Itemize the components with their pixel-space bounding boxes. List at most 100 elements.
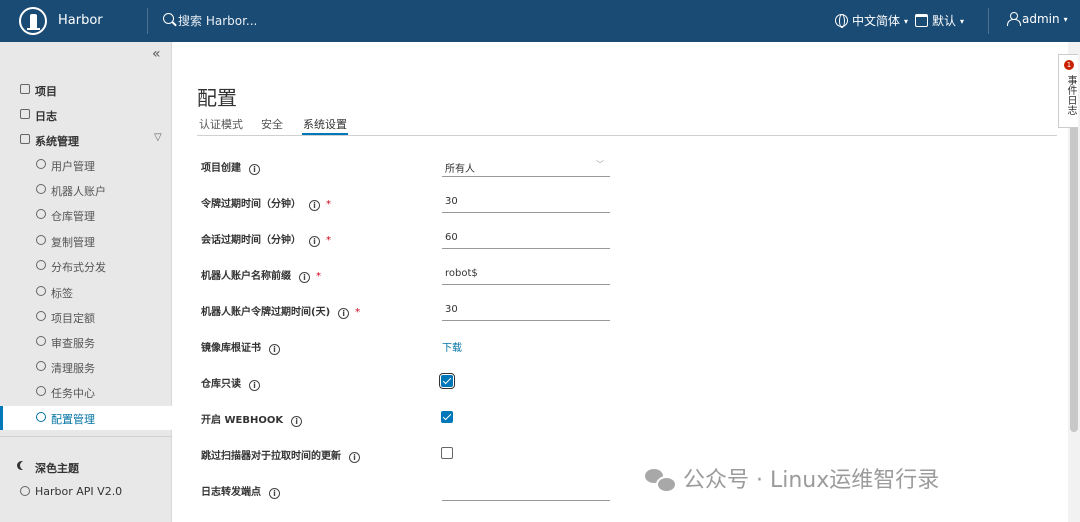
audit-log-endpoint-input[interactable] xyxy=(442,479,610,501)
project-creation-select[interactable]: 所有人 ﹀ xyxy=(442,155,610,177)
wechat-icon xyxy=(645,467,677,493)
setting-label: 令牌过期时间（分钟） i * xyxy=(201,199,331,211)
repository-read-only-checkbox[interactable] xyxy=(439,373,455,389)
sidebar-item-administration[interactable]: 系统管理 ▽ xyxy=(0,128,172,152)
setting-row-robot-token-expiration: 机器人账户令牌过期时间(天) i * 30 xyxy=(201,299,610,321)
info-icon[interactable]: i xyxy=(309,236,320,247)
harbor-api-link[interactable]: Harbor API V2.0 xyxy=(0,480,172,504)
logs-icon xyxy=(20,109,30,119)
chevron-down-icon: ▾ xyxy=(904,17,909,26)
required-mark: * xyxy=(355,307,361,318)
distribution-icon xyxy=(36,260,46,270)
sidebar-item-clean-up[interactable]: 清理服务 xyxy=(0,355,172,379)
search-placeholder: 搜索 Harbor... xyxy=(178,14,258,28)
sidebar-item-job-service[interactable]: 任务中心 xyxy=(0,380,172,404)
setting-label: 会话过期时间（分钟） i * xyxy=(201,235,331,247)
sidebar-item-label: 系统管理 xyxy=(35,135,79,148)
trash-icon xyxy=(36,361,46,371)
info-icon[interactable]: i xyxy=(269,488,280,499)
tab-security[interactable]: 安全 xyxy=(261,116,283,136)
registry-icon xyxy=(36,209,46,219)
user-name: admin xyxy=(1022,12,1060,26)
sidebar-item-projects[interactable]: 项目 xyxy=(0,78,172,102)
info-icon[interactable]: i xyxy=(269,344,280,355)
search-icon xyxy=(163,13,174,24)
sidebar-item-users[interactable]: 用户管理 xyxy=(0,153,172,177)
event-log-tab[interactable]: 1 事件日志 xyxy=(1058,54,1078,128)
setting-label: 日志转发端点 i xyxy=(201,483,280,499)
language-dropdown[interactable]: 中文简体 ▾ xyxy=(835,12,908,30)
setting-label: 开启 WEBHOOK i xyxy=(201,411,303,427)
sidebar-item-label: 清理服务 xyxy=(51,362,95,375)
info-icon[interactable]: i xyxy=(291,416,303,427)
session-timeout-input[interactable]: 60 xyxy=(442,227,610,249)
sidebar-item-label: 项目 xyxy=(35,85,57,98)
robot-icon xyxy=(36,184,46,194)
sidebar-item-replications[interactable]: 复制管理 xyxy=(0,229,172,253)
sidebar-item-distributions[interactable]: 分布式分发 xyxy=(0,254,172,278)
download-certificate-link[interactable]: 下载 xyxy=(442,339,462,354)
watermark-text: 公众号 · Linux运维智行录 xyxy=(683,468,940,493)
shield-icon xyxy=(36,336,46,346)
tab-system-settings[interactable]: 系统设置 xyxy=(302,116,348,136)
sidebar-collapse-button[interactable]: « xyxy=(152,46,161,62)
setting-label: 项目创建 i xyxy=(201,159,260,175)
info-icon[interactable]: i xyxy=(299,272,310,283)
robot-token-expiration-input[interactable]: 30 xyxy=(442,299,610,321)
users-icon xyxy=(36,159,46,169)
tag-icon xyxy=(36,286,46,296)
setting-row-robot-prefix: 机器人账户名称前缀 i * robot$ xyxy=(201,263,610,285)
tab-authentication[interactable]: 认证模式 xyxy=(199,116,243,136)
info-icon[interactable]: i xyxy=(249,380,260,391)
header-divider xyxy=(988,8,989,34)
skip-scanner-update-checkbox[interactable] xyxy=(441,447,453,459)
chevron-down-icon: ▾ xyxy=(1063,15,1068,24)
sidebar-item-label: 用户管理 xyxy=(51,160,95,173)
top-header: Harbor 搜索 Harbor... 中文简体 ▾ 默认 ▾ admin ▾ xyxy=(0,0,1080,42)
setting-row-skip-scanner-update: 跳过扫描器对于拉取时间的更新 i xyxy=(201,443,581,465)
sidebar-item-label: 项目定额 xyxy=(51,312,95,325)
sidebar-item-label: 仓库管理 xyxy=(51,210,95,223)
robot-prefix-input[interactable]: robot$ xyxy=(442,263,610,285)
search-input[interactable]: 搜索 Harbor... xyxy=(163,12,463,30)
sidebar-item-label: 标签 xyxy=(51,287,73,300)
info-icon[interactable]: i xyxy=(338,308,350,319)
harbor-logo-icon[interactable] xyxy=(19,7,47,35)
info-icon[interactable]: i xyxy=(249,164,260,175)
sidebar-item-label: 审查服务 xyxy=(51,337,95,350)
tab-underline-divider xyxy=(197,135,1057,136)
setting-row-repository-read-only: 仓库只读 i xyxy=(201,371,581,393)
event-log-label: 事件日志 xyxy=(1065,75,1076,115)
sidebar-item-interrogation[interactable]: 审查服务 xyxy=(0,330,172,354)
user-menu[interactable]: admin ▾ xyxy=(1007,12,1068,30)
sidebar-item-configuration[interactable]: 配置管理 xyxy=(0,406,172,430)
setting-row-token-expiration: 令牌过期时间（分钟） i * 30 xyxy=(201,191,610,213)
sidebar-item-label: 复制管理 xyxy=(51,236,95,249)
required-mark: * xyxy=(316,271,321,282)
chevron-down-icon: ▽ xyxy=(154,132,162,143)
page-title: 配置 xyxy=(197,86,237,110)
gear-icon xyxy=(36,412,46,422)
setting-label: 机器人账户令牌过期时间(天) i * xyxy=(201,307,361,319)
datetime-dropdown[interactable]: 默认 ▾ xyxy=(915,12,964,30)
datetime-label: 默认 xyxy=(932,14,957,28)
chevron-down-icon: ﹀ xyxy=(596,160,604,169)
setting-row-project-creation: 项目创建 i 所有人 ﹀ xyxy=(201,155,610,177)
sidebar-item-labels[interactable]: 标签 xyxy=(0,280,172,304)
info-icon[interactable]: i xyxy=(349,452,360,463)
brand-name[interactable]: Harbor xyxy=(58,13,103,28)
token-expiration-input[interactable]: 30 xyxy=(442,191,610,213)
sidebar-item-robot-accounts[interactable]: 机器人账户 xyxy=(0,178,172,202)
webhook-enabled-checkbox[interactable] xyxy=(441,411,453,423)
info-icon[interactable]: i xyxy=(309,200,320,211)
sidebar-item-logs[interactable]: 日志 xyxy=(0,103,172,127)
user-icon xyxy=(1007,12,1021,26)
setting-row-session-timeout: 会话过期时间（分钟） i * 60 xyxy=(201,227,610,249)
event-count-badge: 1 xyxy=(1064,60,1074,70)
scrollbar-thumb[interactable] xyxy=(1070,102,1078,432)
setting-label: 仓库只读 i xyxy=(201,375,260,391)
sidebar-item-registries[interactable]: 仓库管理 xyxy=(0,203,172,227)
sidebar-item-quotas[interactable]: 项目定额 xyxy=(0,305,172,329)
api-icon xyxy=(20,486,30,496)
dark-theme-toggle[interactable]: 深色主题 xyxy=(0,455,172,479)
